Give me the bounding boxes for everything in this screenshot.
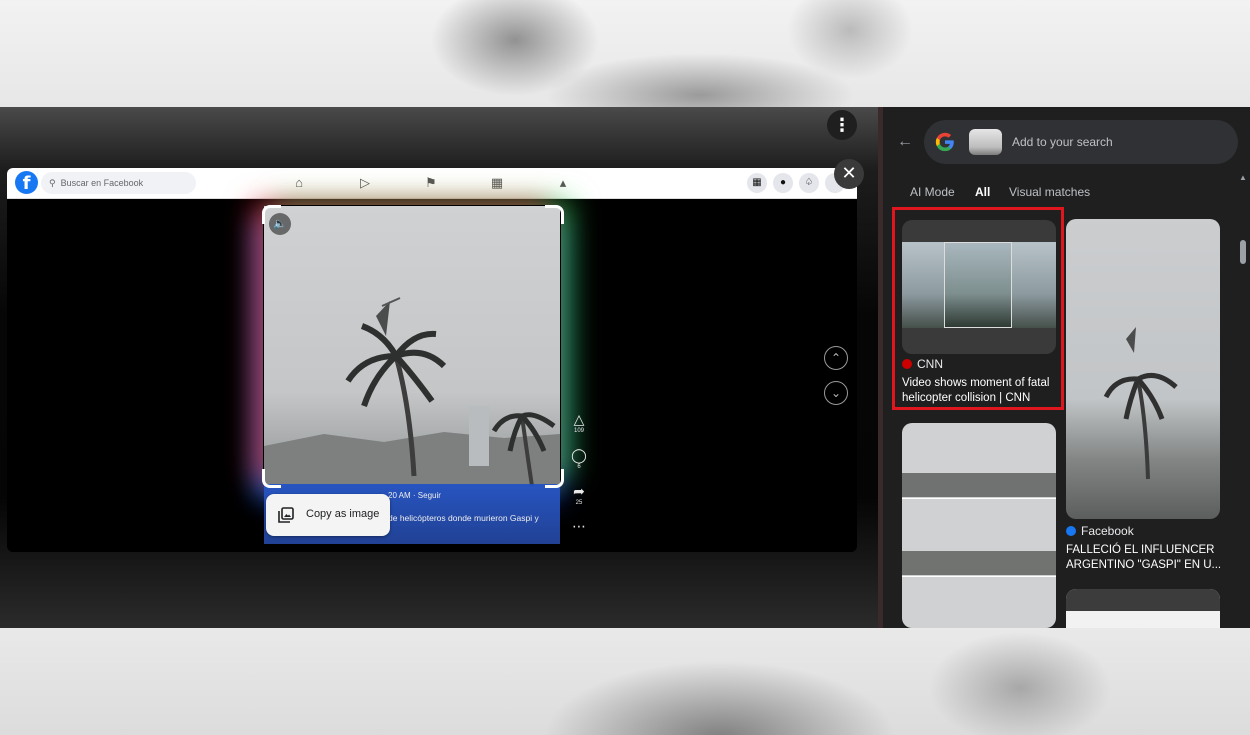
copy-as-image-button[interactable]: Copy as image (266, 494, 390, 536)
more-options-icon[interactable]: ⋮ (827, 110, 857, 140)
pages-flag-icon[interactable]: ⚑ (422, 174, 440, 192)
google-logo-icon (935, 132, 954, 152)
like-icon: △ (573, 411, 585, 427)
facebook-topbar: f ⚲ Buscar en Facebook ⌂ ▷ ⚑ ▦ ▴ ▦ ● ♤ (7, 168, 857, 199)
search-icon: ⚲ (49, 178, 56, 188)
facebook-search-placeholder: Buscar en Facebook (60, 178, 144, 188)
scrollbar-thumb[interactable] (1240, 240, 1246, 264)
comment-icon: ◯ (571, 447, 587, 463)
search-results-panel: ← Add to your search AI Mode All Visual … (883, 107, 1250, 628)
search-placeholder: Add to your search (1012, 135, 1113, 149)
tab-all[interactable]: All (975, 185, 990, 199)
selection-corner-bottom-right[interactable] (545, 469, 564, 488)
selection-corner-bottom-left[interactable] (262, 469, 281, 488)
copy-as-image-label: Copy as image (306, 508, 380, 520)
search-bar[interactable]: Add to your search (924, 120, 1238, 164)
comment-count: 6 (577, 464, 581, 470)
facebook-source-label: Facebook (1081, 524, 1134, 538)
tab-visual-matches[interactable]: Visual matches (1009, 185, 1090, 199)
facebook-search-input[interactable]: ⚲ Buscar en Facebook (41, 172, 196, 194)
cnn-source-label: CNN (917, 357, 943, 371)
megaphone-icon[interactable]: ▴ (554, 174, 572, 192)
image-copy-icon (278, 507, 294, 523)
facebook-small-icon (1066, 526, 1076, 536)
background-bottom (0, 628, 1250, 735)
facebook-result-title[interactable]: FALLECIÓ EL INFLUENCER ARGENTINO "GASPI"… (1066, 543, 1226, 573)
cnn-result-title[interactable]: Video shows moment of fatal helicopter c… (902, 376, 1062, 406)
selection-corner-top-left[interactable] (262, 205, 281, 224)
selection-corner-top-right[interactable] (545, 205, 564, 224)
home-icon[interactable]: ⌂ (290, 174, 308, 192)
facebook-result-thumbnail[interactable] (1066, 219, 1220, 519)
share-count: 25 (575, 500, 583, 506)
like-count: 109 (573, 428, 584, 434)
scroll-up-icon[interactable]: ▲ (1239, 173, 1247, 182)
apps-grid-icon[interactable]: ▦ (747, 173, 767, 193)
share-action[interactable]: ➦ 25 (568, 483, 590, 507)
post-caption: de helicópteros donde murieron Gaspi y (388, 513, 539, 523)
close-icon[interactable]: ✕ (834, 159, 864, 189)
comment-action[interactable]: ◯ 6 (568, 447, 590, 471)
notifications-bell-icon[interactable]: ♤ (799, 173, 819, 193)
facebook-logo-icon[interactable]: f (15, 171, 38, 194)
share-icon: ➦ (573, 483, 585, 499)
result-thumbnail-stack[interactable] (902, 423, 1056, 628)
tab-ai-mode[interactable]: AI Mode (910, 185, 955, 199)
dashboard-icon[interactable]: ▦ (488, 174, 506, 192)
post-meta: 20 AM · Seguir (388, 491, 441, 500)
back-arrow-icon[interactable]: ← (897, 133, 913, 151)
cnn-logo-icon (902, 359, 912, 369)
cnn-result-source[interactable]: CNN (902, 357, 943, 371)
like-action[interactable]: △ 109 (568, 411, 590, 435)
post-more-icon[interactable]: ⋯ (568, 518, 590, 534)
search-query-thumbnail[interactable] (969, 129, 1002, 155)
background-top (0, 0, 1250, 107)
messenger-icon[interactable]: ● (773, 173, 793, 193)
next-video-icon[interactable]: ⌄ (824, 381, 848, 405)
facebook-result-source[interactable]: Facebook (1066, 524, 1134, 538)
reels-icon[interactable]: ▷ (356, 174, 374, 192)
previous-video-icon[interactable]: ⌃ (824, 346, 848, 370)
cnn-result-thumbnail[interactable] (902, 220, 1056, 354)
result-thumbnail-next[interactable] (1066, 589, 1220, 628)
